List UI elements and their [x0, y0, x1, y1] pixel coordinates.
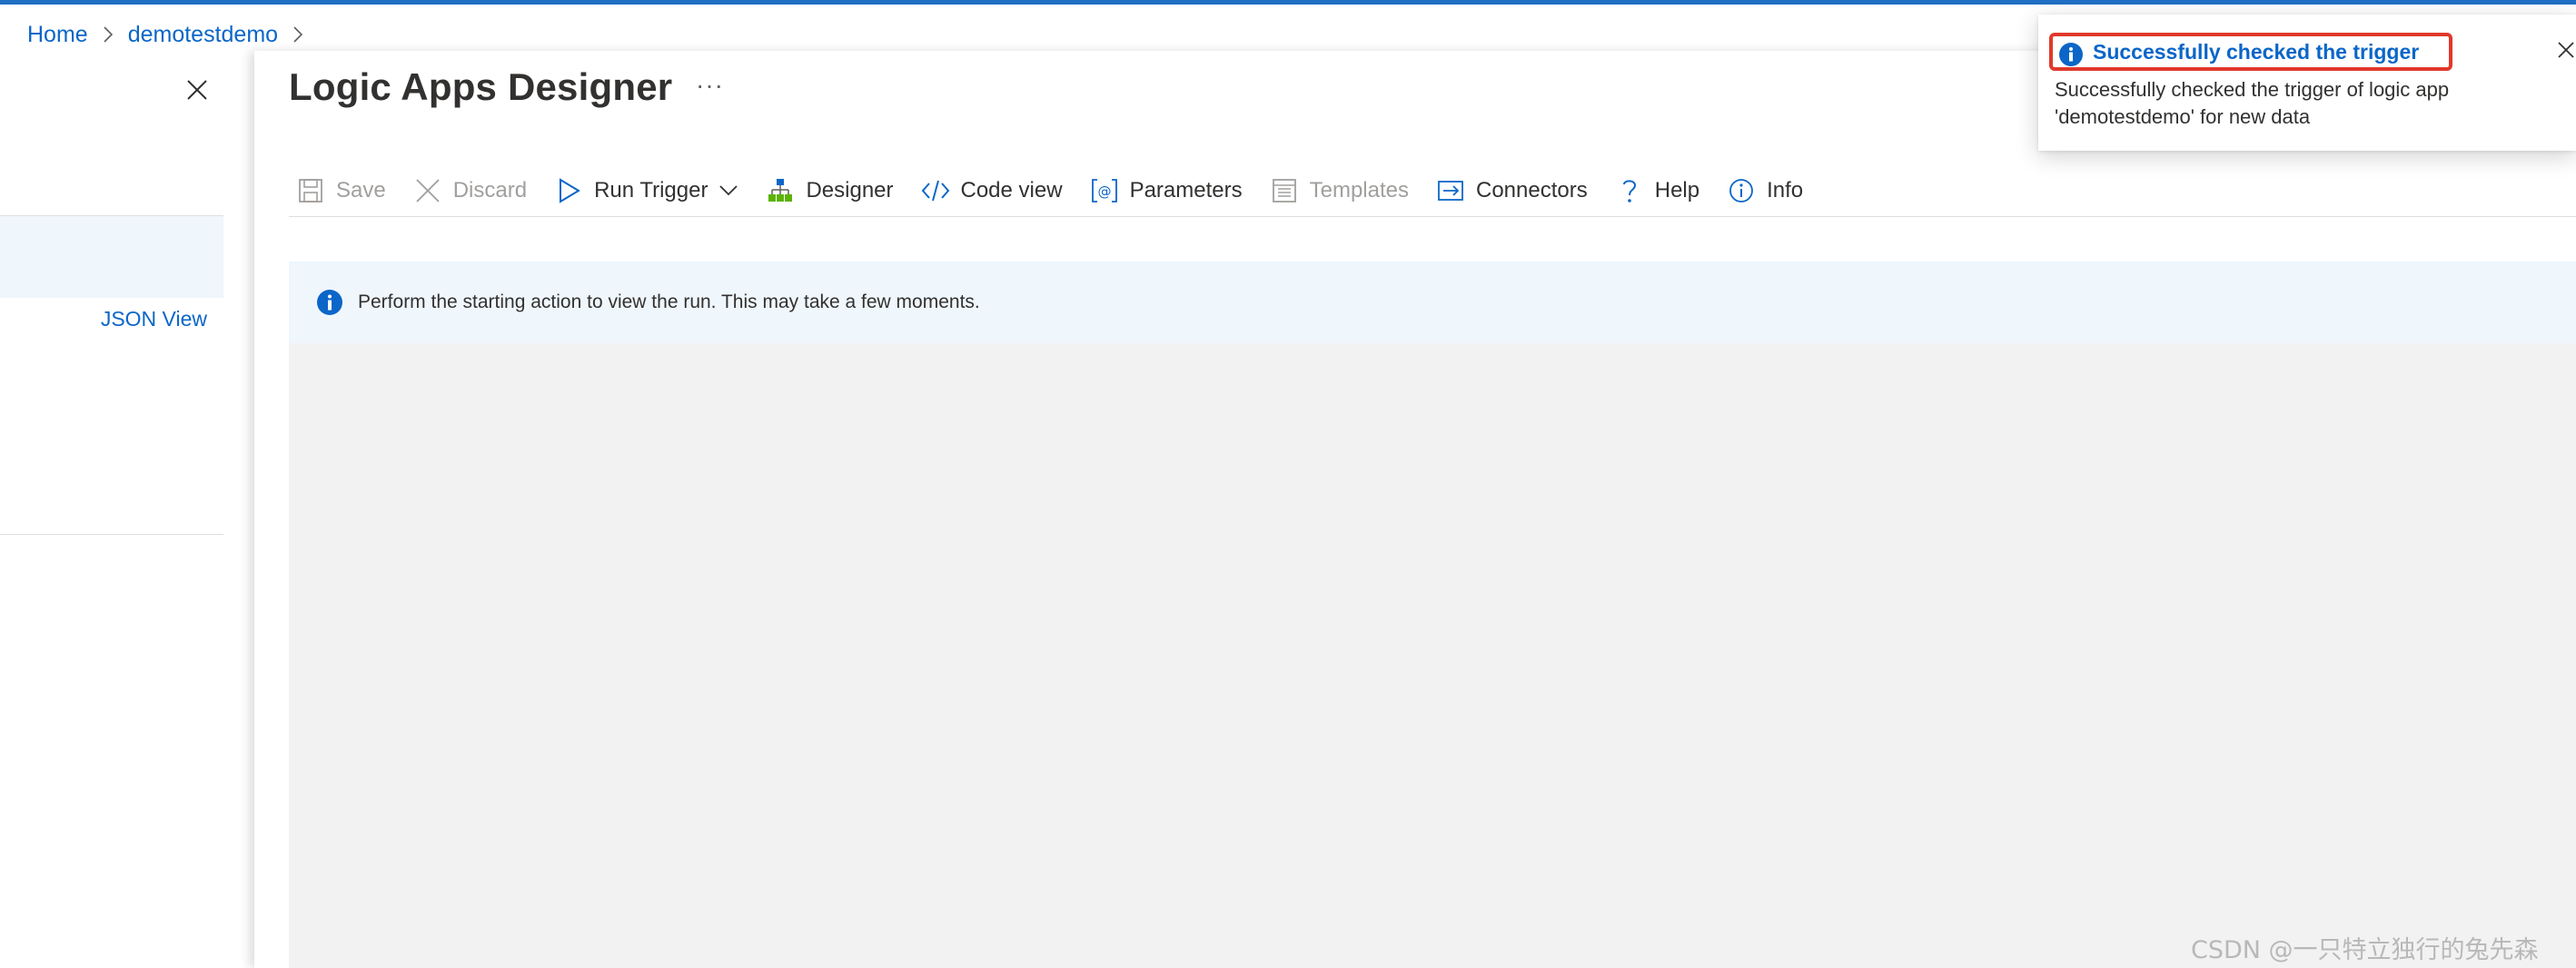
info-icon	[316, 289, 343, 316]
discard-button[interactable]: Discard	[411, 165, 527, 216]
left-pane-selected-item[interactable]	[0, 216, 223, 298]
watermark-text: CSDN @一只特立独行的兔先森	[2191, 936, 2539, 964]
parameters-label: Parameters	[1129, 178, 1243, 202]
breadcrumb-home[interactable]: Home	[27, 22, 88, 48]
code-icon	[919, 174, 952, 207]
designer-label: Designer	[806, 178, 894, 202]
notification-title[interactable]: Successfully checked the trigger	[2093, 40, 2419, 64]
run-trigger-label: Run Trigger	[594, 178, 708, 202]
left-pane: JSON View	[0, 54, 223, 968]
connectors-label: Connectors	[1476, 178, 1588, 202]
info-message-text: Perform the starting action to view the …	[358, 291, 980, 312]
page-title: Logic Apps Designer	[289, 65, 673, 108]
code-view-label: Code view	[960, 178, 1063, 202]
help-button[interactable]: Help	[1613, 165, 1699, 216]
notification-close-button[interactable]	[2554, 40, 2576, 64]
help-icon	[1613, 174, 1646, 207]
code-view-button[interactable]: Code view	[919, 165, 1063, 216]
play-icon	[552, 174, 585, 207]
chevron-right-icon	[103, 26, 114, 43]
breadcrumb-demotestdemo[interactable]: demotestdemo	[128, 22, 278, 48]
info-button[interactable]: Info	[1725, 165, 1803, 216]
portal-top-bar	[0, 0, 2576, 5]
breadcrumb: Home demotestdemo	[27, 20, 318, 49]
left-pane-close-button[interactable]	[182, 76, 213, 107]
save-label: Save	[336, 178, 386, 202]
designer-button[interactable]: Designer	[764, 165, 894, 216]
info-icon	[2058, 42, 2084, 67]
save-button[interactable]: Save	[294, 165, 386, 216]
logic-apps-designer-blade: Logic Apps Designer ··· Save Discard Run…	[254, 51, 2576, 968]
notification-body: Successfully checked the trigger of logi…	[2055, 78, 2450, 128]
connectors-button[interactable]: Connectors	[1434, 165, 1588, 216]
more-options-button[interactable]: ···	[696, 71, 724, 100]
discard-label: Discard	[452, 178, 528, 202]
left-pane-divider	[0, 534, 223, 535]
templates-icon	[1268, 174, 1301, 207]
templates-label: Templates	[1309, 178, 1409, 202]
chevron-down-icon[interactable]	[718, 184, 738, 197]
parameters-button[interactable]: @ Parameters	[1088, 165, 1243, 216]
notification-toast: Successfully checked the trigger Success…	[2038, 15, 2576, 151]
designer-toolbar: Save Discard Run Trigger Designer Code v…	[294, 165, 1828, 216]
close-icon	[186, 79, 208, 105]
parameters-icon: @	[1088, 174, 1121, 207]
info-icon	[1725, 174, 1758, 207]
info-label: Info	[1767, 178, 1804, 202]
run-trigger-button[interactable]: Run Trigger	[552, 165, 738, 216]
json-view-link[interactable]: JSON View	[101, 307, 207, 331]
chevron-right-icon	[292, 26, 303, 43]
designer-canvas[interactable]: Perform the starting action to view the …	[289, 262, 2576, 968]
designer-icon	[764, 174, 797, 207]
close-icon	[2557, 41, 2575, 64]
info-message-bar: Perform the starting action to view the …	[289, 262, 2576, 343]
save-icon	[294, 174, 327, 207]
connectors-icon	[1434, 174, 1467, 207]
discard-icon	[411, 174, 444, 207]
templates-button[interactable]: Templates	[1268, 165, 1409, 216]
help-label: Help	[1654, 178, 1700, 202]
toolbar-divider	[289, 216, 2576, 217]
svg-text:@: @	[1097, 183, 1111, 200]
